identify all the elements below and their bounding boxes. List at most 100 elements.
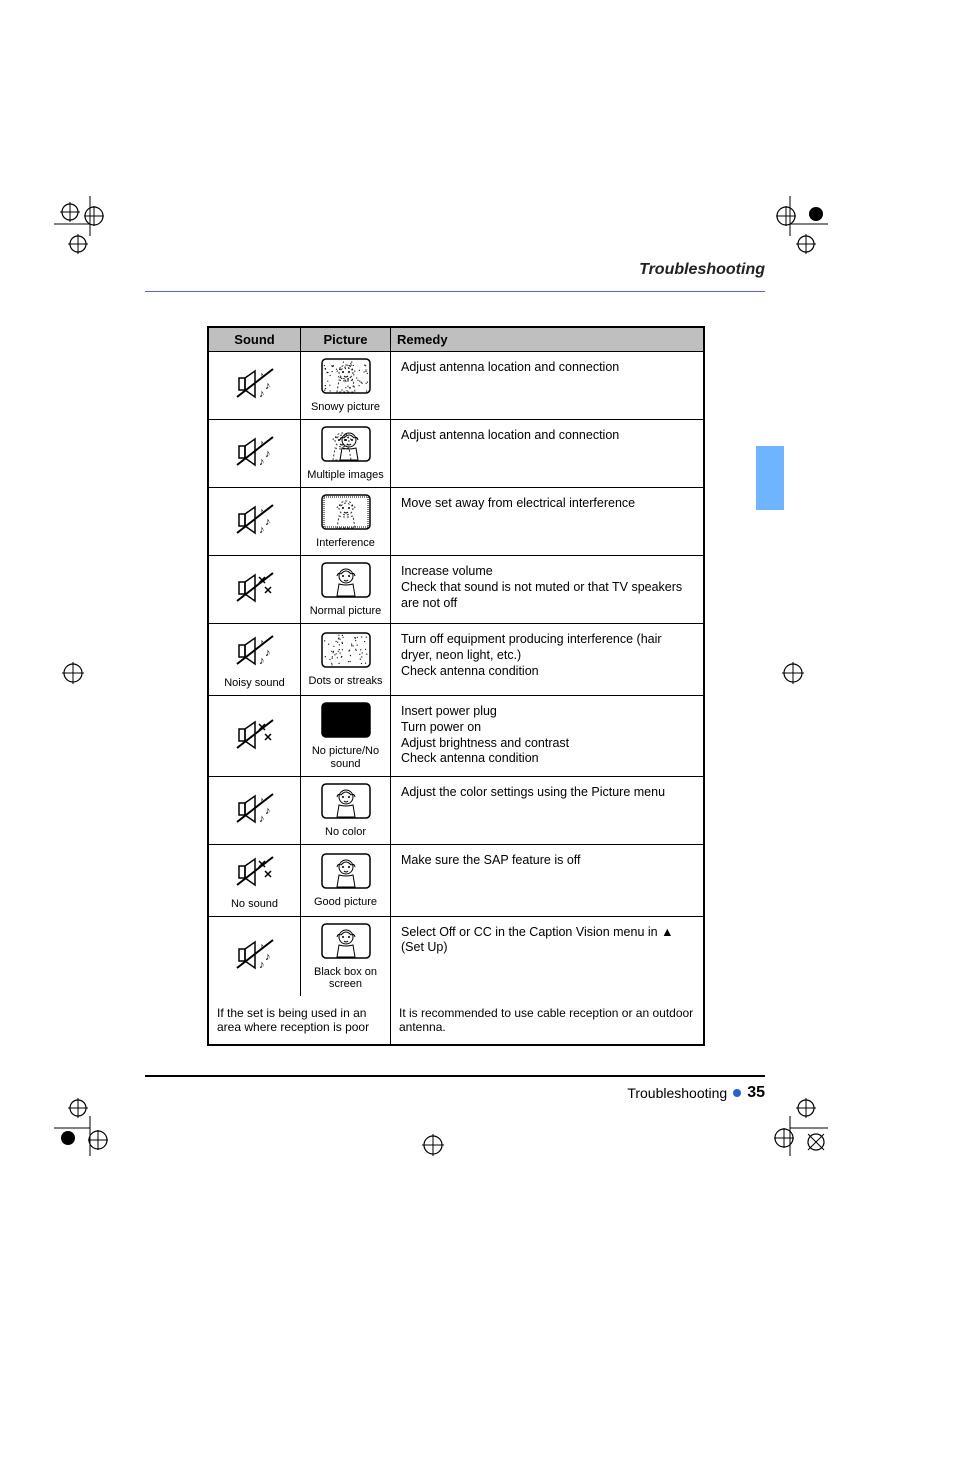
tv-black-icon [321, 702, 371, 743]
picture-caption: Dots or streaks [309, 675, 383, 687]
header-title: Troubleshooting [639, 261, 765, 278]
speaker-icon: ♪ ♪ ♪ [231, 499, 279, 544]
cell-sound: ♪ ♪ ♪ [209, 352, 301, 419]
cell-picture: No color [301, 777, 391, 844]
crop-mark-bottom-center [414, 1126, 452, 1164]
cell-remedy: Make sure the SAP feature is off [391, 845, 703, 916]
page-footer: Troubleshooting 35 [145, 1084, 765, 1102]
cell-picture: Good picture [301, 845, 391, 916]
crop-mark-mid-left [54, 654, 92, 692]
crop-mark-top-right [766, 196, 828, 258]
cell-picture: Dots or streaks [301, 624, 391, 695]
cell-sound [209, 696, 301, 775]
crop-mark-bottom-left [54, 1094, 116, 1156]
cell-remedy: Insert power plug Turn power on Adjust b… [391, 696, 703, 775]
table-footnote: If the set is being used in an area wher… [209, 996, 703, 1044]
speaker-icon: ♪ ♪ ♪ [231, 788, 279, 833]
speaker-icon: ♪ ♪ ♪ [231, 630, 279, 675]
svg-text:♪: ♪ [259, 637, 265, 649]
crop-mark-bottom-right [766, 1094, 828, 1156]
picture-caption: Multiple images [307, 469, 383, 481]
table-row: No sound Good picture Make sure the SAP f… [209, 845, 703, 917]
picture-caption: Normal picture [310, 605, 382, 617]
svg-text:♪: ♪ [259, 655, 265, 667]
svg-text:♪: ♪ [259, 456, 265, 468]
picture-caption: Black box on screen [303, 966, 388, 990]
troubleshooting-table: Sound Picture Remedy ♪ ♪ ♪ Snowy picture… [207, 326, 705, 1046]
speaker-mute-icon [231, 714, 279, 759]
speaker-icon: ♪ ♪ ♪ [231, 363, 279, 408]
svg-text:♪: ♪ [265, 647, 271, 659]
page-number-dot-icon [733, 1089, 741, 1097]
speaker-icon: ♪ ♪ ♪ [231, 934, 279, 979]
svg-text:♪: ♪ [259, 506, 265, 518]
cell-picture: Snowy picture [301, 352, 391, 419]
crop-mark-top-left [54, 196, 116, 258]
picture-caption: No color [325, 826, 366, 838]
header-picture: Picture [301, 328, 391, 351]
side-tab [756, 446, 784, 510]
cell-remedy: Adjust antenna location and connection [391, 352, 703, 419]
picture-caption: No picture/No sound [303, 745, 388, 769]
sound-caption: No sound [231, 898, 278, 910]
tv-inter-icon [321, 494, 371, 535]
cell-picture: Black box on screen [301, 917, 391, 996]
speaker-icon: ♪ ♪ ♪ [231, 431, 279, 476]
cell-remedy: Select Off or CC in the Caption Vision m… [391, 917, 703, 996]
picture-caption: Interference [316, 537, 375, 549]
tv-ok-icon [321, 853, 371, 894]
footnote-condition: If the set is being used in an area wher… [209, 996, 391, 1044]
tv-ok-icon [321, 783, 371, 824]
page: Troubleshooting Sound Picture Remedy ♪ ♪… [0, 0, 954, 1475]
svg-text:♪: ♪ [259, 524, 265, 536]
cell-remedy: Adjust antenna location and connection [391, 420, 703, 487]
cell-sound: No sound [209, 845, 301, 916]
header-remedy: Remedy [391, 328, 703, 351]
footnote-remedy: It is recommended to use cable reception… [391, 996, 703, 1044]
tv-dots-icon [321, 632, 371, 673]
cell-picture: Interference [301, 488, 391, 555]
cell-remedy: Adjust the color settings using the Pict… [391, 777, 703, 844]
cell-picture: Multiple images [301, 420, 391, 487]
picture-caption: Snowy picture [311, 401, 380, 413]
bottom-rule [145, 1075, 765, 1077]
svg-text:♪: ♪ [259, 813, 265, 825]
tv-ghost-icon [321, 426, 371, 467]
cell-sound: ♪ ♪ ♪ [209, 917, 301, 996]
table-row: ♪ ♪ ♪ Black box on screenSelect Off or C… [209, 917, 703, 996]
table-header-row: Sound Picture Remedy [209, 328, 703, 352]
crop-mark-mid-right [774, 654, 812, 692]
svg-text:♪: ♪ [259, 795, 265, 807]
footer-label: Troubleshooting [627, 1085, 727, 1101]
header-sound: Sound [209, 328, 301, 351]
table-row: No picture/No soundInsert power plug Tur… [209, 696, 703, 776]
cell-remedy: Increase volume Check that sound is not … [391, 556, 703, 623]
table-row: ♪ ♪ ♪ Snowy picture Adjust antenna locati… [209, 352, 703, 420]
tv-ok-icon [321, 562, 371, 603]
svg-text:♪: ♪ [265, 380, 271, 392]
table-row: ♪ ♪ ♪ Interference Move set away from ele… [209, 488, 703, 556]
cell-sound: ♪ ♪ ♪ [209, 420, 301, 487]
tv-ok-icon [321, 923, 371, 964]
cell-remedy: Turn off equipment producing interferenc… [391, 624, 703, 695]
cell-picture: Normal picture [301, 556, 391, 623]
svg-text:♪: ♪ [265, 516, 271, 528]
cell-sound: ♪ ♪ ♪ [209, 488, 301, 555]
table-row: ♪ ♪ ♪ No color Adjust the color settings … [209, 777, 703, 845]
svg-text:♪: ♪ [259, 941, 265, 953]
svg-text:♪: ♪ [259, 370, 265, 382]
sound-caption: Noisy sound [224, 677, 285, 689]
speaker-mute-icon [231, 567, 279, 612]
svg-text:♪: ♪ [259, 438, 265, 450]
svg-text:♪: ♪ [265, 805, 271, 817]
svg-text:♪: ♪ [265, 951, 271, 963]
svg-text:♪: ♪ [259, 959, 265, 971]
page-number: 35 [747, 1084, 765, 1102]
table-row: ♪ ♪ ♪ Noisy sound Dots or streaks Turn of… [209, 624, 703, 696]
cell-sound: ♪ ♪ ♪ [209, 777, 301, 844]
cell-remedy: Move set away from electrical interferen… [391, 488, 703, 555]
svg-text:♪: ♪ [259, 388, 265, 400]
running-header: Troubleshooting [145, 255, 765, 292]
table-row: Normal picture Increase volume Check that… [209, 556, 703, 624]
picture-caption: Good picture [314, 896, 377, 908]
